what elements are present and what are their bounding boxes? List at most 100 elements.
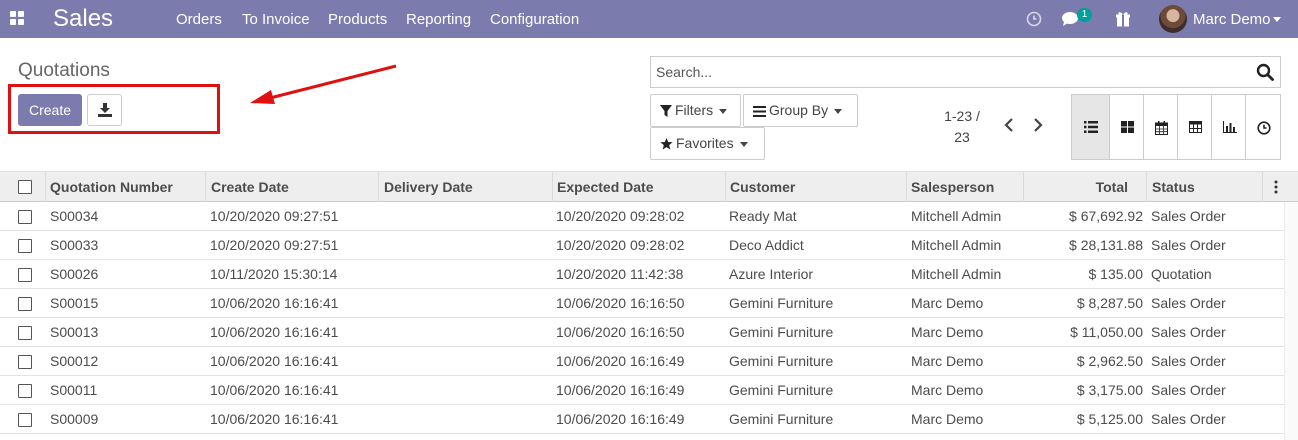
cell-quotation-number: S00033 xyxy=(50,237,99,253)
row-checkbox[interactable] xyxy=(18,268,32,282)
cell-quotation-number: S00012 xyxy=(50,353,99,369)
cell-quotation-number: S00009 xyxy=(50,411,99,427)
search-icon[interactable] xyxy=(1256,63,1274,81)
cell-expected-date: 10/06/2020 16:16:49 xyxy=(556,353,685,369)
cell-status: Sales Order xyxy=(1151,353,1226,369)
clock-icon[interactable] xyxy=(1026,10,1042,28)
calendar-view-icon xyxy=(1155,121,1168,135)
select-all-checkbox[interactable] xyxy=(18,180,32,194)
column-customer[interactable]: Customer xyxy=(730,179,795,196)
cell-create-date: 10/20/2020 09:27:51 xyxy=(210,208,339,224)
menu-products[interactable]: Products xyxy=(328,11,387,28)
table-row[interactable]: S00009 10/06/2020 16:16:41 10/06/2020 16:1… xyxy=(0,405,1284,434)
star-icon xyxy=(660,138,673,150)
row-checkbox[interactable] xyxy=(18,297,32,311)
row-checkbox[interactable] xyxy=(18,239,32,253)
cell-expected-date: 10/06/2020 16:16:49 xyxy=(556,382,685,398)
table-row[interactable]: S00015 10/06/2020 16:16:41 10/06/2020 16:1… xyxy=(0,289,1284,318)
view-calendar-button[interactable] xyxy=(1143,94,1178,160)
column-quotation-number[interactable]: Quotation Number xyxy=(50,179,173,196)
column-total[interactable]: Total xyxy=(1029,179,1128,196)
cell-total: $ 2,962.50 xyxy=(1076,353,1143,369)
app-name[interactable]: Sales xyxy=(53,4,113,34)
cell-salesperson: Marc Demo xyxy=(911,382,984,398)
cell-quotation-number: S00013 xyxy=(50,324,99,340)
activity-view-icon xyxy=(1257,121,1271,135)
cell-customer: Gemini Furniture xyxy=(729,295,834,311)
search-bar[interactable] xyxy=(650,56,1281,88)
pager-value[interactable]: 1-23 / 23 xyxy=(937,106,987,148)
list-icon xyxy=(753,106,766,117)
group-by-dropdown[interactable]: Group By xyxy=(743,94,858,127)
kanban-view-icon xyxy=(1121,121,1134,133)
column-delivery-date[interactable]: Delivery Date xyxy=(384,179,473,196)
cell-total: $ 135.00 xyxy=(1088,266,1144,282)
user-avatar[interactable] xyxy=(1159,5,1187,33)
cell-expected-date: 10/06/2020 16:16:49 xyxy=(556,411,685,427)
pager-previous-icon[interactable] xyxy=(1003,117,1015,133)
cell-total: $ 67,692.92 xyxy=(1069,208,1143,224)
search-input[interactable] xyxy=(656,64,1236,80)
cell-total: $ 28,131.88 xyxy=(1069,237,1143,253)
cell-customer: Gemini Furniture xyxy=(729,324,834,340)
cell-quotation-number: S00011 xyxy=(50,382,98,398)
view-kanban-button[interactable] xyxy=(1109,94,1144,160)
pager-total: 23 xyxy=(954,129,970,145)
column-expected-date[interactable]: Expected Date xyxy=(557,179,653,196)
menu-reporting[interactable]: Reporting xyxy=(406,11,471,28)
view-activity-button[interactable] xyxy=(1245,94,1281,160)
cell-quotation-number: S00034 xyxy=(50,208,99,224)
row-checkbox[interactable] xyxy=(18,326,32,340)
cell-total: $ 8,287.50 xyxy=(1076,295,1143,311)
cell-total: $ 3,175.00 xyxy=(1076,382,1143,398)
filter-icon xyxy=(660,105,672,117)
optional-columns-icon[interactable] xyxy=(1274,180,1278,194)
cell-create-date: 10/11/2020 15:30:14 xyxy=(210,266,338,282)
row-checkbox[interactable] xyxy=(18,413,32,427)
cell-expected-date: 10/20/2020 11:42:38 xyxy=(556,266,684,282)
list-view-icon xyxy=(1084,121,1098,133)
cell-total: $ 11,050.00 xyxy=(1070,324,1143,340)
cell-create-date: 10/06/2020 16:16:41 xyxy=(210,411,339,427)
cell-salesperson: Mitchell Admin xyxy=(911,237,1002,253)
scrollbar[interactable] xyxy=(1284,202,1298,440)
menu-configuration[interactable]: Configuration xyxy=(490,11,579,28)
row-checkbox[interactable] xyxy=(18,355,32,369)
gift-icon[interactable] xyxy=(1115,10,1131,28)
user-menu-caret-icon[interactable] xyxy=(1273,17,1281,22)
user-name[interactable]: Marc Demo xyxy=(1193,11,1271,28)
filters-dropdown[interactable]: Filters xyxy=(650,94,741,127)
cell-create-date: 10/06/2020 16:16:41 xyxy=(210,295,339,311)
pager-next-icon[interactable] xyxy=(1032,117,1044,133)
menu-orders[interactable]: Orders xyxy=(176,11,222,28)
favorites-label: Favorites xyxy=(676,135,734,151)
favorites-dropdown[interactable]: Favorites xyxy=(650,127,765,160)
cell-status: Quotation xyxy=(1151,266,1212,282)
row-checkbox[interactable] xyxy=(18,210,32,224)
view-pivot-button[interactable] xyxy=(1177,94,1212,160)
column-create-date[interactable]: Create Date xyxy=(211,179,289,196)
cell-total: $ 5,125.00 xyxy=(1076,411,1143,427)
cell-customer: Gemini Furniture xyxy=(729,353,834,369)
cell-quotation-number: S00015 xyxy=(50,295,99,311)
table-row[interactable]: S00033 10/20/2020 09:27:51 10/20/2020 09:2… xyxy=(0,231,1284,260)
view-list-button[interactable] xyxy=(1071,94,1110,160)
column-salesperson[interactable]: Salesperson xyxy=(911,179,994,196)
table-row[interactable]: S00034 10/20/2020 09:27:51 10/20/2020 09:2… xyxy=(0,202,1284,231)
cell-expected-date: 10/06/2020 16:16:50 xyxy=(556,324,685,340)
cell-customer: Deco Addict xyxy=(729,237,804,253)
graph-view-icon xyxy=(1223,121,1237,133)
table-row[interactable]: S00012 10/06/2020 16:16:41 10/06/2020 16:1… xyxy=(0,347,1284,376)
pivot-view-icon xyxy=(1189,121,1202,133)
cell-create-date: 10/06/2020 16:16:41 xyxy=(210,382,339,398)
view-graph-button[interactable] xyxy=(1211,94,1246,160)
column-status[interactable]: Status xyxy=(1152,179,1195,196)
row-checkbox[interactable] xyxy=(18,384,32,398)
table-row[interactable]: S00011 10/06/2020 16:16:41 10/06/2020 16:1… xyxy=(0,376,1284,405)
cell-customer: Gemini Furniture xyxy=(729,382,834,398)
app-menu-icon[interactable] xyxy=(10,11,25,26)
menu-to-invoice[interactable]: To Invoice xyxy=(242,11,310,28)
group-by-label: Group By xyxy=(769,102,829,118)
table-row[interactable]: S00026 10/11/2020 15:30:14 10/20/2020 11:4… xyxy=(0,260,1284,289)
table-row[interactable]: S00013 10/06/2020 16:16:41 10/06/2020 16:1… xyxy=(0,318,1284,347)
